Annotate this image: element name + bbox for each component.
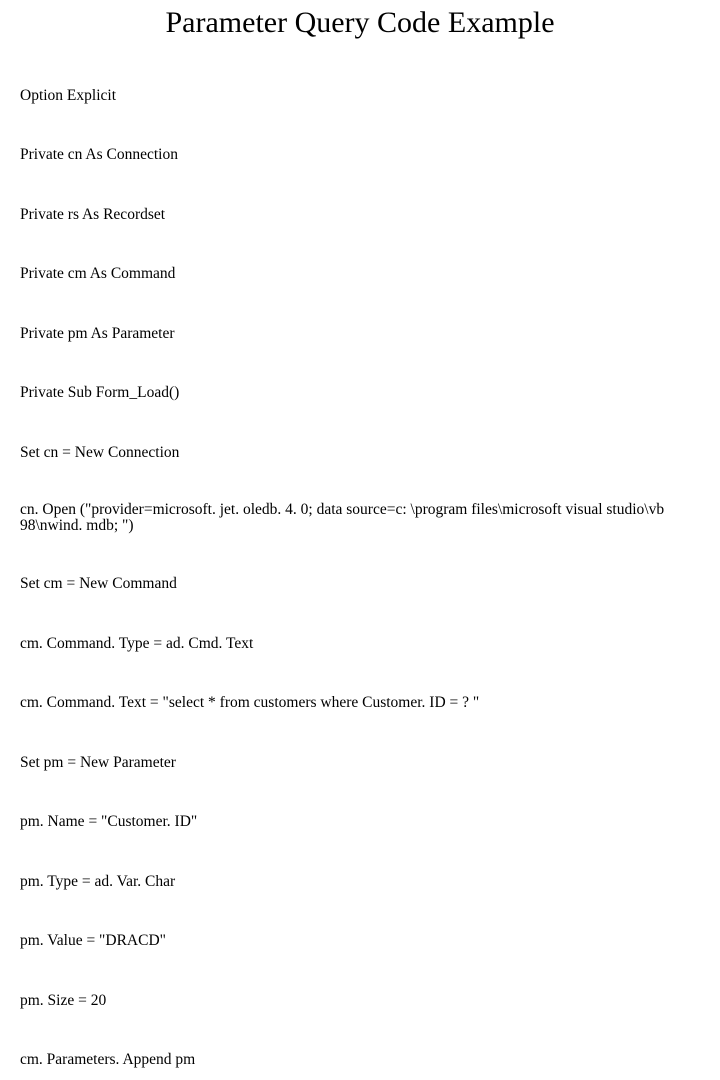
code-line: Set pm = New Parameter bbox=[20, 753, 700, 773]
slide: Parameter Query Code Example Option Expl… bbox=[0, 0, 720, 540]
code-line: pm. Type = ad. Var. Char bbox=[20, 872, 700, 892]
code-line: Option Explicit bbox=[20, 86, 700, 106]
code-line: pm. Value = "DRACD" bbox=[20, 931, 700, 951]
code-line: Private pm As Parameter bbox=[20, 324, 700, 344]
code-line: Private cn As Connection bbox=[20, 145, 700, 165]
code-line: pm. Name = "Customer. ID" bbox=[20, 812, 700, 832]
code-line: Set cn = New Connection bbox=[20, 443, 700, 463]
code-line: cm. Command. Text = "select * from custo… bbox=[20, 693, 700, 713]
code-line: Private Sub Form_Load() bbox=[20, 383, 700, 403]
code-line: Private rs As Recordset bbox=[20, 205, 700, 225]
code-block: Option Explicit Private cn As Connection… bbox=[20, 46, 700, 1080]
code-line: Set cm = New Command bbox=[20, 574, 700, 594]
code-line: pm. Size = 20 bbox=[20, 991, 700, 1011]
slide-title: Parameter Query Code Example bbox=[20, 6, 700, 40]
code-line: cm. Parameters. Append pm bbox=[20, 1050, 700, 1070]
code-line: cn. Open ("provider=microsoft. jet. oled… bbox=[20, 502, 700, 535]
code-line: Private cm As Command bbox=[20, 264, 700, 284]
code-line: cm. Command. Type = ad. Cmd. Text bbox=[20, 634, 700, 654]
